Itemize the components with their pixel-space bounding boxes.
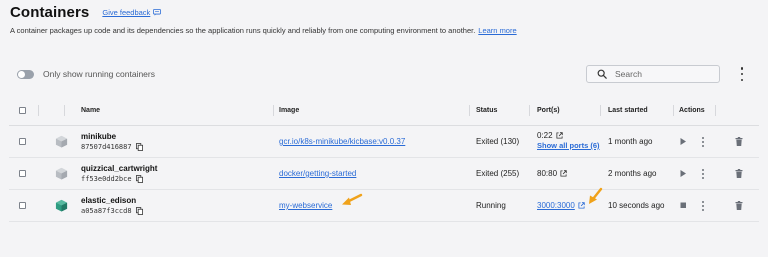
container-name[interactable]: minikube bbox=[81, 132, 143, 141]
external-link-icon bbox=[578, 202, 585, 209]
give-feedback-label: Give feedback bbox=[102, 8, 151, 17]
column-header-name[interactable]: Name bbox=[81, 107, 100, 114]
port-mapping-text: 80:80 bbox=[537, 169, 558, 178]
column-header-last-started[interactable]: Last started bbox=[608, 107, 648, 114]
page-description: A container packages up code and its dep… bbox=[10, 26, 517, 35]
start-icon[interactable] bbox=[679, 137, 687, 146]
port-arrow bbox=[589, 187, 603, 204]
container-stopped-icon bbox=[55, 167, 68, 180]
row-checkbox[interactable] bbox=[19, 170, 26, 177]
search-input[interactable] bbox=[615, 69, 715, 79]
table-row[interactable]: elastic_edison a05a87f3ccd8 my-webservic… bbox=[9, 190, 759, 222]
last-started-text: 1 month ago bbox=[608, 137, 653, 146]
row-checkbox[interactable] bbox=[19, 138, 26, 145]
external-link-icon bbox=[560, 170, 567, 177]
row-more-icon[interactable] bbox=[700, 169, 706, 179]
container-id: ff53e0dd2bce bbox=[81, 175, 157, 183]
ports-cell: 0:22 Show all ports (6) bbox=[537, 131, 600, 150]
delete-icon[interactable] bbox=[735, 201, 743, 210]
stop-icon[interactable] bbox=[679, 201, 687, 210]
container-name[interactable]: elastic_edison bbox=[81, 196, 143, 205]
select-all-checkbox[interactable] bbox=[19, 107, 26, 114]
page-title: Containers bbox=[10, 4, 90, 21]
container-id-text: ff53e0dd2bce bbox=[81, 175, 132, 183]
ports-cell: 3000:3000 bbox=[537, 201, 585, 210]
port-mapping[interactable]: 80:80 bbox=[537, 169, 567, 178]
container-name-cell: elastic_edison a05a87f3ccd8 bbox=[81, 196, 143, 215]
row-more-icon[interactable] bbox=[700, 137, 706, 147]
copy-icon[interactable] bbox=[135, 175, 143, 183]
running-filter: Only show running containers bbox=[17, 69, 155, 79]
port-mapping-text: 0:22 bbox=[537, 131, 553, 140]
table-row[interactable]: quizzical_cartwright ff53e0dd2bce docker… bbox=[9, 158, 759, 190]
container-id: 87507d416887 bbox=[81, 143, 143, 151]
column-header-actions: Actions bbox=[679, 107, 705, 114]
container-id: a05a87f3ccd8 bbox=[81, 207, 143, 215]
only-running-toggle[interactable] bbox=[17, 69, 34, 79]
port-mapping-link[interactable]: 3000:3000 bbox=[537, 201, 575, 210]
port-mapping[interactable]: 0:22 bbox=[537, 131, 600, 140]
last-started-text: 2 months ago bbox=[608, 169, 657, 178]
container-id-text: 87507d416887 bbox=[81, 143, 132, 151]
container-stopped-icon bbox=[55, 135, 68, 148]
row-more-icon[interactable] bbox=[700, 201, 706, 211]
give-feedback-link[interactable]: Give feedback bbox=[102, 8, 162, 17]
containers-page: Containers Give feedback A container pac… bbox=[0, 0, 768, 257]
copy-icon[interactable] bbox=[135, 143, 143, 151]
column-header-ports[interactable]: Port(s) bbox=[537, 107, 560, 114]
container-running-icon bbox=[55, 199, 68, 212]
column-header-image[interactable]: Image bbox=[279, 107, 299, 114]
toggle-knob bbox=[18, 70, 25, 78]
search-box bbox=[586, 65, 720, 83]
external-link-icon bbox=[556, 132, 563, 139]
show-all-ports-link[interactable]: Show all ports (6) bbox=[537, 141, 600, 150]
container-id-text: a05a87f3ccd8 bbox=[81, 207, 132, 215]
learn-more-link[interactable]: Learn more bbox=[478, 26, 516, 35]
image-arrow bbox=[342, 193, 363, 205]
row-checkbox[interactable] bbox=[19, 202, 26, 209]
page-header: Containers Give feedback bbox=[10, 4, 162, 21]
status-text: Running bbox=[476, 201, 506, 210]
search-icon bbox=[597, 69, 607, 79]
more-options-icon[interactable] bbox=[737, 67, 747, 81]
ports-cell: 80:80 bbox=[537, 169, 567, 178]
container-name-cell: quizzical_cartwright ff53e0dd2bce bbox=[81, 164, 157, 183]
start-icon[interactable] bbox=[679, 169, 687, 178]
column-header-status[interactable]: Status bbox=[476, 107, 497, 114]
copy-icon[interactable] bbox=[135, 207, 143, 215]
image-link[interactable]: gcr.io/k8s-minikube/kicbase:v0.0.37 bbox=[279, 137, 405, 146]
status-text: Exited (255) bbox=[476, 169, 520, 178]
description-text: A container packages up code and its dep… bbox=[10, 26, 476, 35]
image-link[interactable]: my-webservice bbox=[279, 201, 332, 210]
feedback-icon bbox=[153, 9, 162, 16]
last-started-text: 10 seconds ago bbox=[608, 201, 665, 210]
container-name[interactable]: quizzical_cartwright bbox=[81, 164, 157, 173]
container-name-cell: minikube 87507d416887 bbox=[81, 132, 143, 151]
status-text: Exited (130) bbox=[476, 137, 520, 146]
port-mapping[interactable]: 3000:3000 bbox=[537, 201, 585, 210]
table-header: Name Image Status Port(s) Last started A… bbox=[9, 97, 759, 126]
only-running-label: Only show running containers bbox=[43, 69, 155, 79]
containers-table: Name Image Status Port(s) Last started A… bbox=[9, 97, 759, 222]
delete-icon[interactable] bbox=[735, 169, 743, 178]
delete-icon[interactable] bbox=[735, 137, 743, 146]
image-link[interactable]: docker/getting-started bbox=[279, 169, 356, 178]
table-row[interactable]: minikube 87507d416887 gcr.io/k8s-minikub… bbox=[9, 126, 759, 158]
